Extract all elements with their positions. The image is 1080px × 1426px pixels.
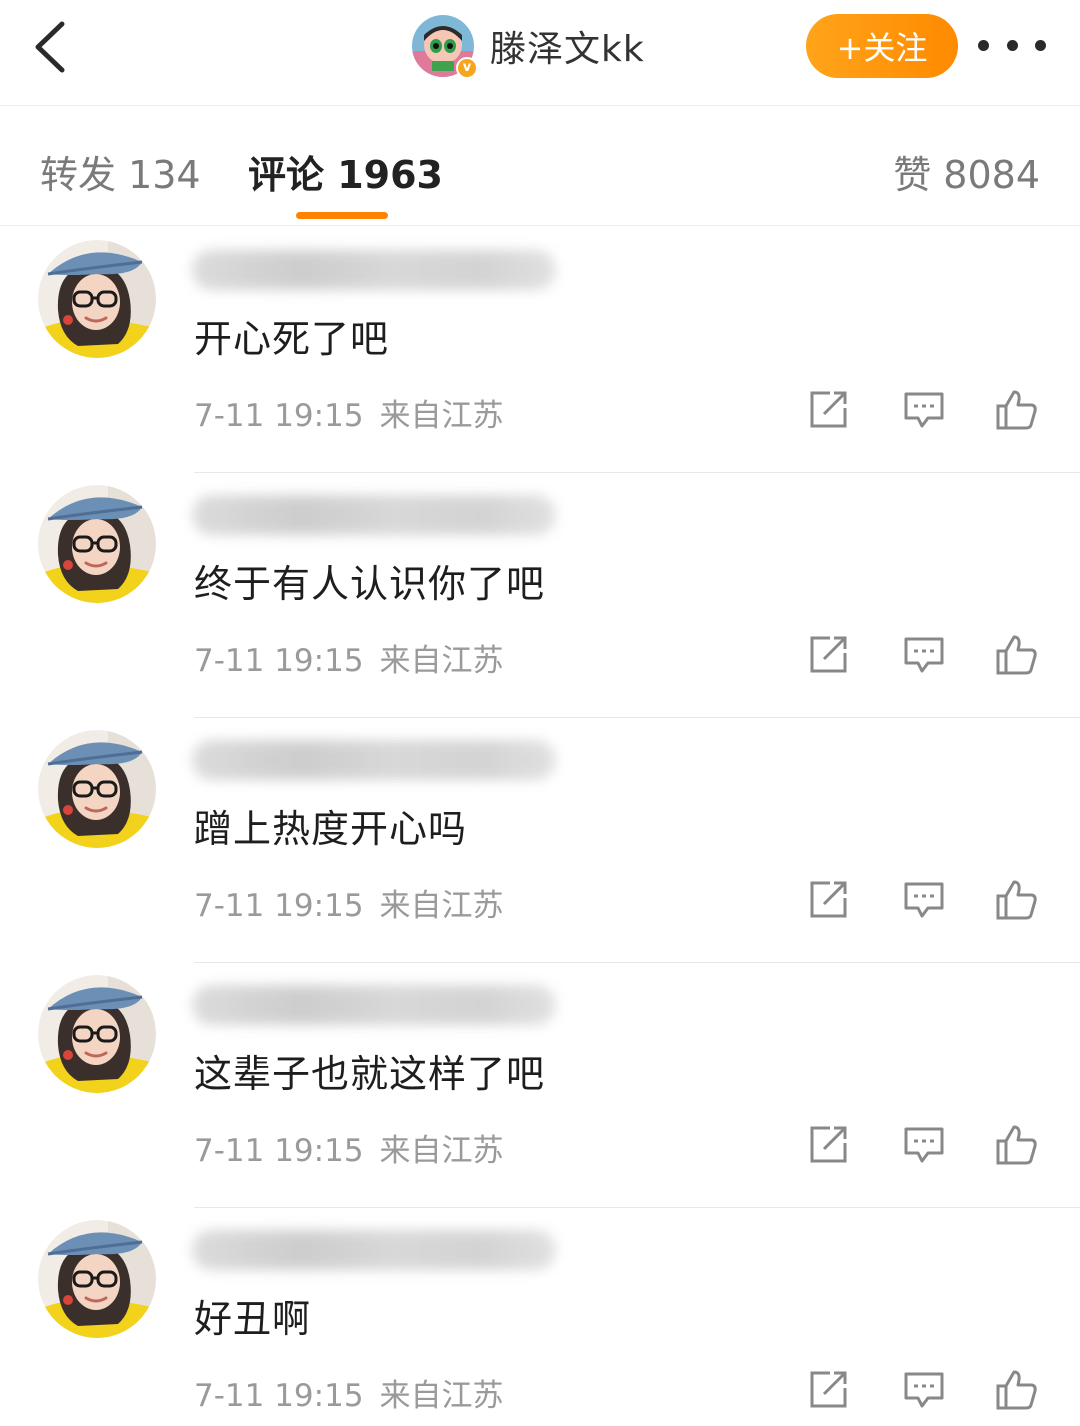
- tab-bar: 转发 134 评论 1963 赞 8084: [0, 106, 1080, 226]
- comment-item: 好丑啊 7-11 19:15 来自江苏: [0, 1208, 1080, 1426]
- comment-time: 7-11 19:15: [194, 1133, 364, 1169]
- comment-meta: 7-11 19:15 来自江苏: [194, 1370, 504, 1415]
- comment-icon: [904, 1127, 944, 1163]
- profile-avatar[interactable]: v: [412, 15, 478, 79]
- comment-location: 来自江苏: [379, 643, 504, 679]
- like-button[interactable]: [994, 633, 1038, 677]
- profile-header[interactable]: v 滕泽文kk: [412, 14, 645, 79]
- thumbs-up-icon: [996, 635, 1037, 675]
- share-icon: [810, 1126, 847, 1163]
- thumbs-up-icon: [996, 1125, 1037, 1165]
- comment-actions: [806, 1123, 1046, 1167]
- avatar[interactable]: [38, 485, 156, 603]
- more-dots-icon: [978, 39, 989, 51]
- back-button[interactable]: [28, 18, 76, 76]
- avatar[interactable]: [38, 975, 156, 1093]
- share-icon: [810, 391, 847, 428]
- blurred-username: [192, 985, 556, 1025]
- blurred-username: [192, 495, 556, 535]
- more-button[interactable]: [978, 28, 1046, 62]
- chevron-left-icon: [35, 21, 65, 73]
- reply-button[interactable]: [902, 1123, 946, 1167]
- comment-meta: 7-11 19:15 来自江苏: [194, 1125, 504, 1170]
- share-icon: [810, 881, 847, 918]
- share-icon: [810, 636, 847, 673]
- thumbs-up-icon: [996, 880, 1037, 920]
- comment-location: 来自江苏: [379, 1378, 504, 1414]
- thumbs-up-icon: [996, 390, 1037, 430]
- thumbs-up-icon: [996, 1370, 1037, 1410]
- like-button[interactable]: [994, 1123, 1038, 1167]
- comment-time: 7-11 19:15: [194, 888, 364, 924]
- comment-meta: 7-11 19:15 来自江苏: [194, 635, 504, 680]
- comment-icon: [904, 1372, 944, 1408]
- comment-location: 来自江苏: [379, 398, 504, 434]
- reply-button[interactable]: [902, 1368, 946, 1412]
- active-tab-indicator: [296, 212, 388, 219]
- share-button[interactable]: [806, 1368, 850, 1412]
- share-button[interactable]: [806, 388, 850, 432]
- comment-text: 好丑啊: [194, 1297, 312, 1341]
- follow-button[interactable]: +关注: [806, 14, 958, 78]
- comment-icon: [904, 882, 944, 918]
- comment-item: 这辈子也就这样了吧 7-11 19:15 来自江苏: [0, 963, 1080, 1208]
- comment-text: 开心死了吧: [194, 317, 390, 361]
- comment-icon: [904, 392, 944, 428]
- tab-like[interactable]: 赞 8084: [893, 144, 1040, 199]
- comment-time: 7-11 19:15: [194, 643, 364, 679]
- reply-button[interactable]: [902, 633, 946, 677]
- share-button[interactable]: [806, 1123, 850, 1167]
- blurred-username: [192, 250, 556, 290]
- comment-item: 蹭上热度开心吗 7-11 19:15 来自江苏: [0, 718, 1080, 963]
- avatar[interactable]: [38, 730, 156, 848]
- comment-item: 开心死了吧 7-11 19:15 来自江苏: [0, 228, 1080, 473]
- share-button[interactable]: [806, 633, 850, 677]
- avatar[interactable]: [38, 240, 156, 358]
- comment-text: 蹭上热度开心吗: [194, 807, 468, 851]
- more-dots-icon: [1006, 39, 1018, 51]
- comment-text: 终于有人认识你了吧: [194, 562, 546, 606]
- top-bar: v 滕泽文kk +关注: [0, 0, 1080, 106]
- comment-text: 这辈子也就这样了吧: [194, 1052, 546, 1096]
- comment-item: 终于有人认识你了吧 7-11 19:15 来自江苏: [0, 473, 1080, 718]
- tab-repost[interactable]: 转发 134: [40, 144, 201, 199]
- share-icon: [810, 1371, 847, 1408]
- username[interactable]: 滕泽文kk: [490, 20, 645, 72]
- avatar[interactable]: [38, 1220, 156, 1338]
- comment-time: 7-11 19:15: [194, 398, 364, 434]
- comment-location: 来自江苏: [379, 1133, 504, 1169]
- reply-button[interactable]: [902, 388, 946, 432]
- comment-meta: 7-11 19:15 来自江苏: [194, 880, 504, 925]
- more-dots-icon: [1035, 39, 1046, 51]
- verified-badge: v: [456, 57, 478, 79]
- comment-location: 来自江苏: [379, 888, 504, 924]
- comment-meta: 7-11 19:15 来自江苏: [194, 390, 504, 435]
- blurred-username: [192, 740, 556, 780]
- comment-icon: [904, 637, 944, 673]
- comment-actions: [806, 1368, 1046, 1412]
- share-button[interactable]: [806, 878, 850, 922]
- comment-time: 7-11 19:15: [194, 1378, 364, 1414]
- comment-actions: [806, 388, 1046, 432]
- tab-comment[interactable]: 评论 1963: [248, 144, 443, 199]
- comment-actions: [806, 878, 1046, 922]
- reply-button[interactable]: [902, 878, 946, 922]
- comment-actions: [806, 633, 1046, 677]
- blurred-username: [192, 1230, 556, 1270]
- like-button[interactable]: [994, 388, 1038, 432]
- like-button[interactable]: [994, 878, 1038, 922]
- like-button[interactable]: [994, 1368, 1038, 1412]
